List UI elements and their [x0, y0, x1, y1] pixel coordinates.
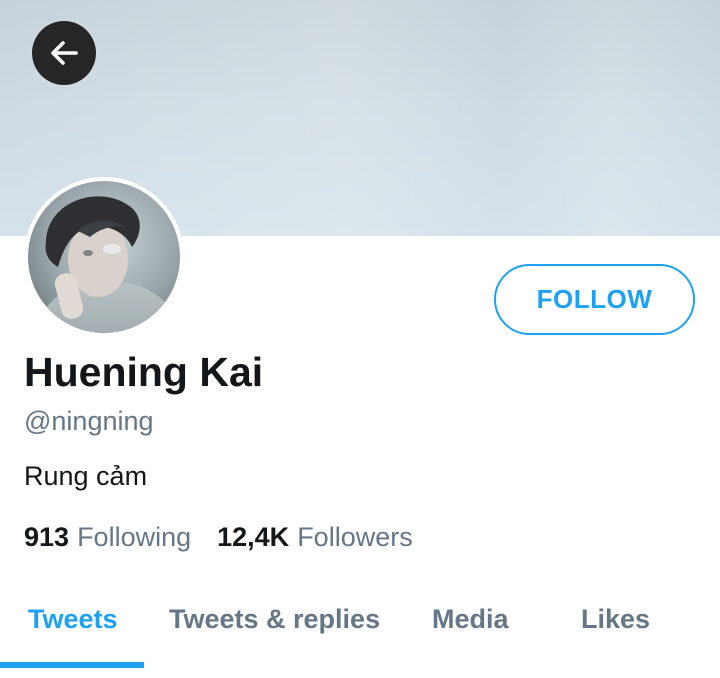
arrow-left-icon: [51, 41, 78, 65]
tab-likes[interactable]: Likes: [581, 604, 650, 635]
followers-stat[interactable]: 12,4K Followers: [217, 522, 413, 553]
followers-count: 12,4K: [217, 522, 290, 552]
back-button[interactable]: [32, 21, 96, 85]
profile-photo-icon: [28, 181, 180, 333]
tab-tweets-replies[interactable]: Tweets & replies: [169, 604, 380, 635]
follow-button[interactable]: FOLLOW: [494, 264, 695, 335]
profile-bio: Rung cảm: [24, 461, 148, 491]
user-handle: @ningning: [24, 406, 154, 436]
following-count: 913: [24, 522, 70, 552]
display-name: Huening Kai: [24, 349, 264, 395]
tab-media[interactable]: Media: [432, 604, 509, 635]
followers-label: Followers: [297, 522, 413, 552]
tab-tweets[interactable]: Tweets: [28, 604, 118, 635]
profile-stats: 913 Following 12,4K Followers: [24, 522, 413, 553]
profile-tabs: Tweets Tweets & replies Media Likes: [0, 590, 720, 678]
following-label: Following: [77, 522, 192, 552]
avatar[interactable]: [24, 177, 184, 337]
following-stat[interactable]: 913 Following: [24, 522, 191, 553]
active-tab-indicator: [0, 662, 144, 668]
